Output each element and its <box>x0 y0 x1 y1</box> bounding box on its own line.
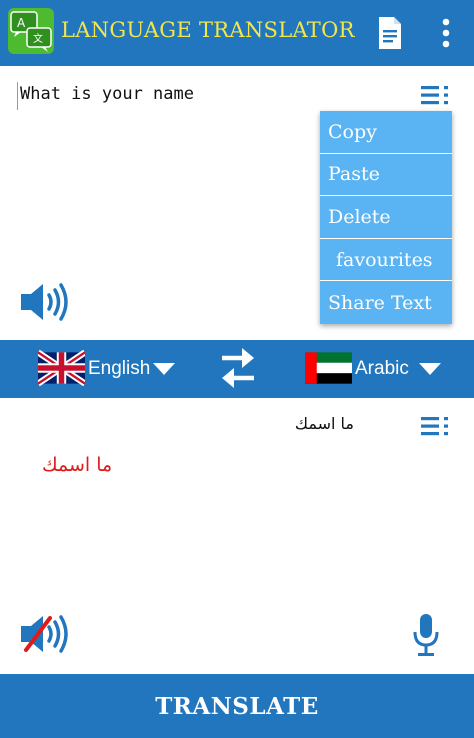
speaker-icon[interactable] <box>18 280 72 324</box>
menu-item-share-text[interactable]: Share Text <box>320 281 452 324</box>
app-bar: A 文 LANGUAGE TRANSLATOR <box>0 0 474 66</box>
menu-item-copy[interactable]: Copy <box>320 111 452 154</box>
document-icon[interactable] <box>373 14 407 52</box>
source-language-label[interactable]: English <box>88 358 150 380</box>
speaker-muted-icon[interactable] <box>18 612 72 656</box>
text-cursor <box>17 82 18 110</box>
output-text: ما اسمك <box>294 414 354 433</box>
uae-flag-icon[interactable] <box>305 347 352 389</box>
translate-button-label: TRANSLATE <box>155 692 319 720</box>
menu-item-delete[interactable]: Delete <box>320 196 452 239</box>
app-title: LANGUAGE TRANSLATOR <box>61 18 355 42</box>
svg-text:A: A <box>17 16 26 30</box>
menu-item-paste[interactable]: Paste <box>320 154 452 197</box>
microphone-icon[interactable] <box>412 612 440 658</box>
menu-item-favourites[interactable]: favourites <box>320 239 452 282</box>
chevron-down-icon[interactable] <box>418 362 442 376</box>
lines-menu-icon[interactable] <box>419 414 451 438</box>
lines-menu-icon[interactable] <box>419 83 451 107</box>
source-text-input[interactable]: What is your name <box>20 84 194 104</box>
svg-text:文: 文 <box>33 32 43 45</box>
app-logo-icon: A 文 <box>8 8 54 54</box>
more-vert-icon[interactable] <box>432 14 460 52</box>
target-language-label[interactable]: Arabic <box>355 358 409 380</box>
context-menu: Copy Paste Delete favourites Share Text <box>320 111 452 324</box>
translate-button[interactable]: TRANSLATE <box>0 674 474 738</box>
chevron-down-icon[interactable] <box>152 362 176 376</box>
translated-text: ما اسمك <box>42 454 113 476</box>
uk-flag-icon[interactable] <box>38 347 85 389</box>
swap-icon[interactable] <box>218 344 258 392</box>
